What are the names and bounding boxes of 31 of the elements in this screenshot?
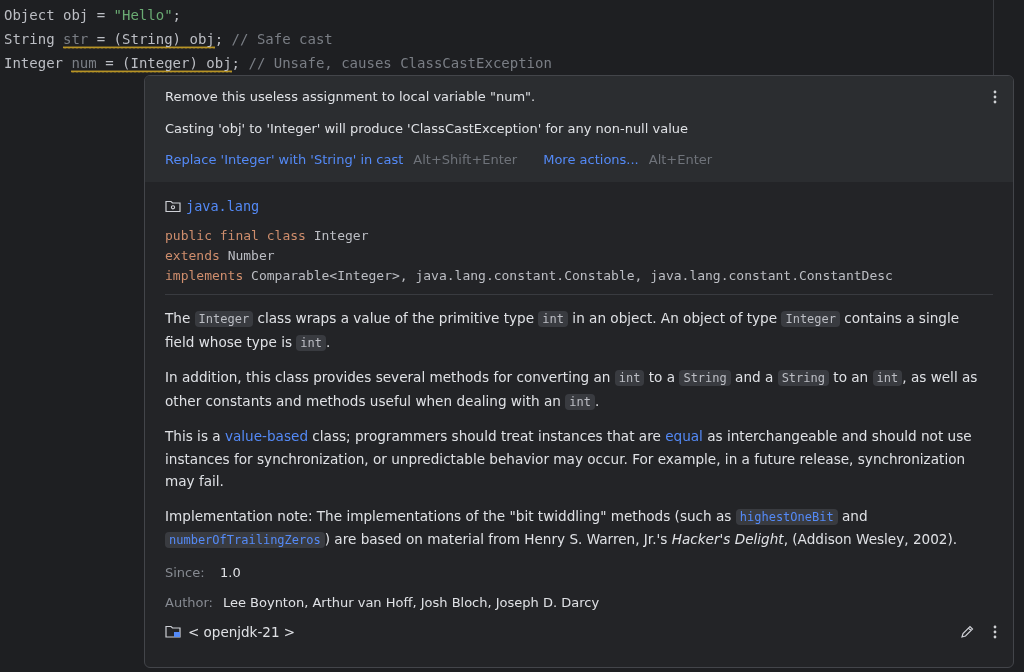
signature-line: public final class Integer [165,227,369,245]
doc-link[interactable]: equal [665,428,703,444]
library-folder-icon [165,624,182,639]
field-label: Since: [165,563,206,582]
more-options-icon[interactable] [993,90,997,104]
code-link[interactable]: highestOneBit [735,508,838,525]
quick-fix-link[interactable]: More actions... [543,150,639,170]
library-name: < openjdk-21 > [188,623,296,640]
signature-line: implements Comparable<Integer>, java.lang.constant.Constable, java.lang.constant.ConstantDesc [165,267,893,285]
quick-fix-link[interactable]: Replace 'Integer' with 'String' in cast [165,150,404,170]
more-options-icon[interactable] [993,624,997,639]
shortcut-hint: Alt+Enter [648,151,713,169]
code-line: Integer num = (Integer) obj; // Unsafe, causes ClassCastException [3,54,552,75]
edit-pencil-icon[interactable] [959,623,975,640]
signature-line: extends Number [165,247,275,265]
field-label: Author: [165,593,213,612]
doc-paragraph: In addition, this class provides several methods for converting an int to a String and a String to an int , as well as other constants and methods useful when dealing with an int . [165,368,979,412]
code-line: String str = (String) obj; // Safe cast [3,30,333,51]
package-folder-icon [165,199,181,213]
shortcut-hint: Alt+Shift+Enter [413,151,518,169]
doc-link[interactable]: value-based [224,428,308,444]
code-link[interactable]: numberOfTrailingZeros [165,532,325,548]
problem-message: Casting 'obj' to 'Integer' will produce 'ClassCastException' for any non-null value [165,120,689,138]
field-value: Lee Boynton, Arthur van Hoff, Josh Bloch, Joseph D. Darcy [222,593,600,612]
doc-paragraph: This is a value-based class; programmers should treat instances that are equal as interchangeable and should not use instances for synchronization, or unpredictable behavior may occur. For example, in a future release, synchronization may fail. [165,427,973,491]
code-line: Object obj = "Hello"; [3,6,182,25]
problem-message: Remove this useless assignment to local variable "num". [165,88,537,106]
doc-paragraph: The Integer class wraps a value of the primitive type int in an object. An object of type Integer contains a single field whose type is int . [165,309,961,353]
doc-paragraph: Implementation note: The implementations of the "bit twiddling" methods (such as highestOneBit and numberOfTrailingZeros ) are based on material from Henry S. Warren, Jr.'s Hacker's Delight, (Addison Wesley, 2002). [165,506,959,550]
field-value: 1.0 [220,563,241,582]
package-link[interactable]: java.lang [186,198,260,214]
